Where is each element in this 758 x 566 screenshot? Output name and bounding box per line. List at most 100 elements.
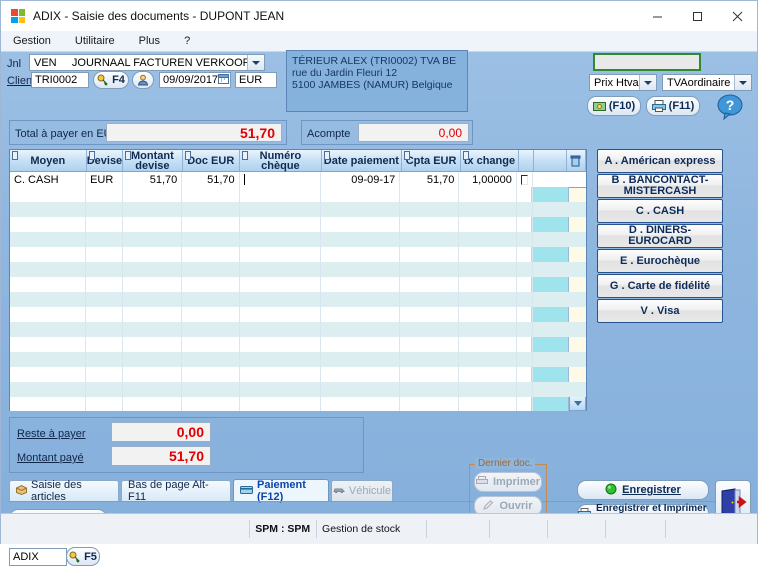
help-icon[interactable]: ? xyxy=(717,94,743,121)
table-cell[interactable] xyxy=(517,187,534,202)
grid-body[interactable]: C. CASH EUR 51,70 51,70 09-09-17 51,70 1,00000 xyxy=(10,172,586,411)
table-cell[interactable]: 51,70 xyxy=(123,172,183,187)
menu-item-utilitaire[interactable]: Utilitaire xyxy=(63,33,127,49)
table-cell[interactable] xyxy=(240,202,321,217)
table-row[interactable] xyxy=(10,352,586,367)
table-cell[interactable] xyxy=(321,232,401,247)
grid-header-montant-devise[interactable]: Montant devise xyxy=(123,150,183,171)
document-date-input[interactable]: 09/09/2017 xyxy=(159,72,231,88)
grid-header-col9[interactable] xyxy=(534,150,567,171)
table-row[interactable] xyxy=(10,202,586,217)
table-cell[interactable] xyxy=(566,172,586,187)
table-cell[interactable] xyxy=(533,337,566,352)
table-cell[interactable] xyxy=(240,217,321,232)
table-cell[interactable] xyxy=(240,187,321,202)
table-row[interactable] xyxy=(10,187,586,202)
table-cell[interactable] xyxy=(517,247,534,262)
table-cell[interactable] xyxy=(182,397,240,411)
table-cell[interactable] xyxy=(533,322,566,337)
table-cell[interactable] xyxy=(123,352,183,367)
table-cell[interactable]: 51,70 xyxy=(182,172,240,187)
table-cell[interactable] xyxy=(10,382,87,397)
table-cell[interactable] xyxy=(86,337,124,352)
table-cell[interactable] xyxy=(86,277,124,292)
table-row[interactable] xyxy=(10,277,586,292)
column-resize-grip[interactable] xyxy=(184,151,191,160)
table-cell[interactable]: EUR xyxy=(86,172,124,187)
table-cell[interactable] xyxy=(240,352,321,367)
table-cell[interactable] xyxy=(86,307,124,322)
table-cell[interactable] xyxy=(240,382,321,397)
client-code-input[interactable]: TRI0002 xyxy=(31,72,89,88)
table-cell[interactable] xyxy=(566,352,586,367)
table-cell[interactable] xyxy=(123,232,183,247)
table-cell[interactable] xyxy=(566,232,586,247)
minimize-button[interactable] xyxy=(637,1,677,31)
table-cell[interactable] xyxy=(517,232,534,247)
chevron-down-icon[interactable] xyxy=(734,75,751,90)
table-cell[interactable] xyxy=(459,397,517,411)
table-cell[interactable] xyxy=(123,322,183,337)
column-resize-grip[interactable] xyxy=(323,151,330,160)
table-cell[interactable] xyxy=(533,262,566,277)
table-cell[interactable] xyxy=(321,397,401,411)
table-cell[interactable] xyxy=(533,217,566,232)
table-row[interactable] xyxy=(10,262,586,277)
payment-method-button-g[interactable]: G . Carte de fidélité xyxy=(597,274,723,298)
table-cell[interactable] xyxy=(566,307,586,322)
table-cell[interactable] xyxy=(86,247,124,262)
column-resize-grip[interactable] xyxy=(463,151,470,160)
column-resize-grip[interactable] xyxy=(88,151,95,160)
table-cell[interactable] xyxy=(240,172,321,187)
table-cell[interactable] xyxy=(517,277,534,292)
tab-bas-de-page[interactable]: Bas de page Alt-F11 xyxy=(121,479,231,503)
table-row[interactable] xyxy=(10,367,586,382)
table-cell[interactable] xyxy=(182,262,240,277)
table-cell[interactable] xyxy=(517,367,534,382)
table-cell[interactable]: 1,00000 xyxy=(459,172,517,187)
table-cell[interactable] xyxy=(459,217,517,232)
table-cell[interactable] xyxy=(123,187,183,202)
table-cell[interactable] xyxy=(123,277,183,292)
table-cell[interactable] xyxy=(10,307,87,322)
table-cell[interactable] xyxy=(533,172,566,187)
table-cell[interactable] xyxy=(459,247,517,262)
table-cell[interactable] xyxy=(321,262,401,277)
menu-item-help[interactable]: ? xyxy=(172,33,202,49)
print-f11-button[interactable]: (F11) xyxy=(646,96,700,116)
client-card-button[interactable] xyxy=(132,71,154,89)
table-cell[interactable] xyxy=(533,277,566,292)
grid-header-date-paiement[interactable]: Date paiement xyxy=(322,150,402,171)
table-cell[interactable] xyxy=(123,382,183,397)
table-cell[interactable] xyxy=(86,352,124,367)
table-cell[interactable] xyxy=(459,292,517,307)
table-cell[interactable] xyxy=(400,307,460,322)
table-cell[interactable] xyxy=(10,217,87,232)
table-cell[interactable] xyxy=(182,337,240,352)
grid-header-cpta-eur[interactable]: Cpta EUR xyxy=(402,150,462,171)
table-cell[interactable] xyxy=(533,367,566,382)
table-cell[interactable] xyxy=(182,202,240,217)
table-cell[interactable] xyxy=(400,232,460,247)
payment-method-button-v[interactable]: V . Visa xyxy=(597,299,723,323)
row-checkbox[interactable] xyxy=(520,174,529,185)
table-row[interactable] xyxy=(10,337,586,352)
column-resize-grip[interactable] xyxy=(403,151,410,160)
grid-header-devise[interactable]: Devise xyxy=(87,150,124,171)
table-row[interactable] xyxy=(10,232,586,247)
table-cell[interactable] xyxy=(240,292,321,307)
table-cell[interactable] xyxy=(10,337,87,352)
table-cell[interactable] xyxy=(86,322,124,337)
payment-method-button-b[interactable]: B . BANCONTACT-MISTERCASH xyxy=(597,174,723,198)
table-cell[interactable] xyxy=(321,217,401,232)
table-cell[interactable] xyxy=(533,382,566,397)
table-cell[interactable]: C. CASH xyxy=(10,172,87,187)
table-cell[interactable] xyxy=(459,322,517,337)
table-cell[interactable] xyxy=(566,322,586,337)
table-cell[interactable] xyxy=(321,337,401,352)
table-cell[interactable] xyxy=(86,382,124,397)
maximize-button[interactable] xyxy=(677,1,717,31)
table-cell[interactable] xyxy=(321,382,401,397)
table-cell[interactable] xyxy=(459,352,517,367)
table-row[interactable] xyxy=(10,382,586,397)
